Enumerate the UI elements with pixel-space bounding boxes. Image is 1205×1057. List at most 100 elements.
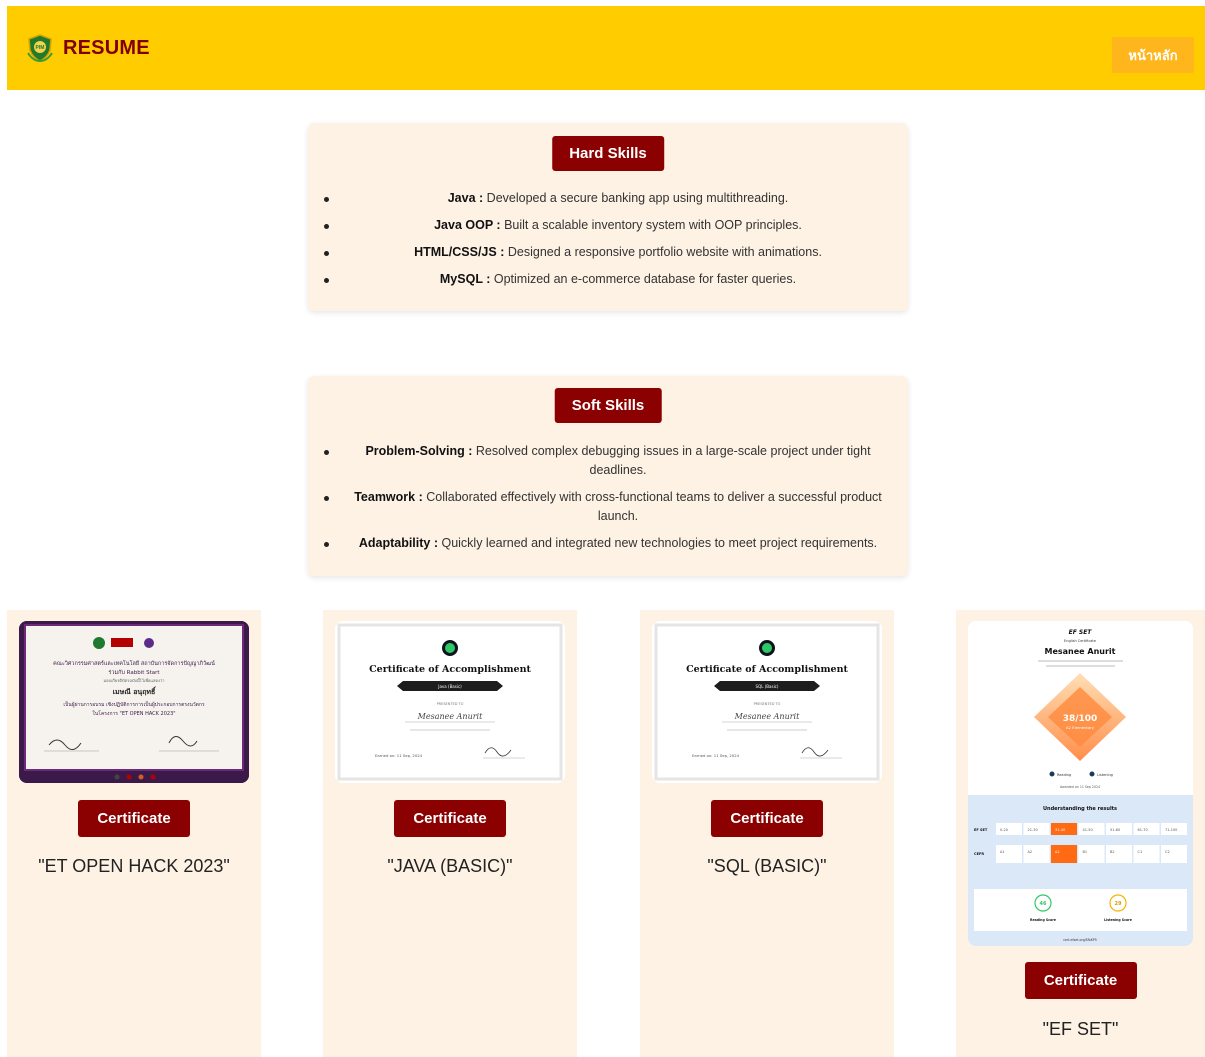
certificate-card: Certificate of Accomplishment SQL (Basic… bbox=[640, 610, 894, 1057]
cert-recipient: Mesanee Anurit bbox=[734, 712, 800, 721]
ef-cefr-label: CEFR bbox=[974, 852, 984, 856]
ef-cefr-level: A2 bbox=[1028, 850, 1033, 854]
cert-date: Earned on: 11 Sep, 2024 bbox=[692, 753, 740, 758]
certificate-image: Certificate of Accomplishment SQL (Basic… bbox=[654, 623, 880, 781]
ef-score: 38/100 bbox=[1063, 714, 1098, 724]
ef-range-label: 41-50 bbox=[1083, 828, 1093, 832]
ef-awarded: Awarded on 11 Sep 2024 bbox=[1060, 785, 1100, 789]
cert-presented: PRESENTED TO bbox=[437, 702, 464, 706]
certificate-button[interactable]: Certificate bbox=[394, 800, 506, 837]
skill-name: Adaptability : bbox=[358, 536, 438, 550]
hard-skills-panel: Hard Skills Java : Developed a secure ba… bbox=[308, 123, 908, 311]
certificate-thumbnail[interactable]: Certificate of Accomplishment SQL (Basic… bbox=[652, 621, 882, 783]
cert-title: Certificate of Accomplishment bbox=[369, 664, 531, 675]
skill-desc: Resolved complex debugging issues in a l… bbox=[475, 444, 871, 477]
skill-name: Java : bbox=[447, 191, 484, 205]
certificate-name: "SQL (BASIC)" bbox=[707, 856, 827, 876]
skill-name: HTML/CSS/JS : bbox=[414, 245, 505, 259]
cert-recipient: เมษณี อนุฤทธิ์ bbox=[113, 686, 157, 696]
ef-cefr-cell bbox=[1051, 845, 1077, 863]
certificate-button[interactable]: Certificate bbox=[711, 800, 823, 837]
ef-listening-label: Listening Score bbox=[1104, 918, 1132, 922]
skill-name: Java OOP : bbox=[434, 218, 501, 232]
certificate-button[interactable]: Certificate bbox=[1024, 962, 1137, 999]
ef-cefr-level: B2 bbox=[1110, 850, 1115, 854]
ef-range-label: 31-40 bbox=[1055, 828, 1065, 832]
logo-link[interactable]: PIM RESUME bbox=[25, 33, 150, 63]
cert-line3: มอบเกียรติบัตรฉบับนี้ไว้เพื่อแสดงว่า bbox=[103, 676, 164, 683]
cert-ribbon: SQL (Basic) bbox=[756, 684, 779, 689]
certificate-button[interactable]: Certificate bbox=[78, 800, 190, 837]
ef-legend-listening: Listening bbox=[1097, 773, 1113, 777]
ef-cefr-cell bbox=[1078, 845, 1105, 863]
ef-efset-label: EF SET bbox=[974, 828, 988, 832]
certificate-image: EF SET English Certificate Mesanee Anuri… bbox=[968, 621, 1193, 946]
list-item: Teamwork : Collaborated effectively with… bbox=[324, 488, 882, 526]
certificate-card: EF SET English Certificate Mesanee Anuri… bbox=[956, 610, 1205, 1057]
cert-ribbon: Java (Basic) bbox=[437, 684, 462, 689]
certificate-thumbnail[interactable]: Certificate of Accomplishment Java (Basi… bbox=[335, 621, 565, 783]
list-item: Problem-Solving : Resolved complex debug… bbox=[324, 442, 882, 480]
ef-reading-score: 46 bbox=[1040, 901, 1047, 907]
ef-legend-reading: Reading bbox=[1057, 773, 1071, 777]
skill-desc: Quickly learned and integrated new techn… bbox=[441, 536, 878, 550]
certificate-image: คณะวิศวกรรมศาสตร์และเทคโนโลยี สถาบันการจ… bbox=[19, 621, 249, 783]
skill-name: MySQL : bbox=[439, 272, 491, 286]
certificate-card: Certificate of Accomplishment Java (Basi… bbox=[323, 610, 577, 1057]
ef-range-label: 61-70 bbox=[1138, 828, 1148, 832]
ef-cefr-level: A1 bbox=[1000, 850, 1005, 854]
skill-desc: Collaborated effectively with cross-func… bbox=[426, 490, 882, 523]
ef-range-label: 21-30 bbox=[1028, 828, 1038, 832]
certificate-thumbnail[interactable]: คณะวิศวกรรมศาสตร์และเทคโนโลยี สถาบันการจ… bbox=[19, 621, 249, 783]
top-nav-bar: PIM RESUME หน้าหลัก bbox=[7, 6, 1205, 90]
hard-skills-list: Java : Developed a secure banking app us… bbox=[308, 189, 908, 297]
brand-title[interactable]: RESUME bbox=[63, 37, 150, 60]
hard-skills-title: Hard Skills bbox=[552, 136, 664, 171]
cert-line1: คณะวิศวกรรมศาสตร์และเทคโนโลยี สถาบันการจ… bbox=[53, 659, 215, 667]
ef-cefr-level: C2 bbox=[1165, 850, 1170, 854]
svg-text:·: · bbox=[1080, 874, 1081, 878]
certificate-card: คณะวิศวกรรมศาสตร์และเทคโนโลยี สถาบันการจ… bbox=[7, 610, 261, 1057]
soft-skills-panel: Soft Skills Problem-Solving : Resolved c… bbox=[308, 376, 908, 576]
skill-desc: Built a scalable inventory system with O… bbox=[504, 218, 802, 232]
soft-skills-list: Problem-Solving : Resolved complex debug… bbox=[308, 442, 908, 561]
ef-url: cert.efset.org/FAtKP5 bbox=[1063, 938, 1097, 942]
ef-cefr-cell bbox=[1023, 845, 1050, 863]
ef-listening-score: 29 bbox=[1115, 901, 1122, 907]
certificate-name: "JAVA (BASIC)" bbox=[387, 856, 513, 876]
svg-text:PIM: PIM bbox=[36, 45, 45, 51]
cert-title: Certificate of Accomplishment bbox=[686, 664, 848, 675]
skill-desc: Designed a responsive portfolio website … bbox=[507, 245, 822, 259]
cert-recipient: Mesanee Anurit bbox=[417, 712, 483, 721]
ef-reading-label: Reading Score bbox=[1030, 918, 1056, 922]
cert-line5: ในโครงการ "ET OPEN HACK 2023" bbox=[92, 710, 175, 717]
ef-cefr-cell bbox=[996, 845, 1022, 863]
list-item: Java OOP : Built a scalable inventory sy… bbox=[324, 216, 882, 235]
skill-desc: Optimized an e-commerce database for fas… bbox=[493, 272, 797, 286]
list-item: HTML/CSS/JS : Designed a responsive port… bbox=[324, 243, 882, 262]
certificate-image: Certificate of Accomplishment Java (Basi… bbox=[337, 623, 563, 781]
skill-desc: Developed a secure banking app using mul… bbox=[486, 191, 789, 205]
list-item: Java : Developed a secure banking app us… bbox=[324, 189, 882, 208]
ef-results-title: Understanding the results bbox=[1043, 806, 1117, 812]
home-button[interactable]: หน้าหลัก bbox=[1112, 37, 1194, 73]
ef-brand: EF SET bbox=[1069, 629, 1093, 636]
certificate-thumbnail[interactable]: EF SET English Certificate Mesanee Anuri… bbox=[968, 621, 1193, 946]
ef-range-label: 51-60 bbox=[1110, 828, 1120, 832]
ef-subtitle: English Certificate bbox=[1064, 639, 1096, 643]
cert-line4: เป็นผู้ผ่านการอบรม เชิงปฏิบัติการการเป็น… bbox=[63, 700, 205, 708]
cert-presented: PRESENTED TO bbox=[754, 702, 781, 706]
certificate-name: "EF SET" bbox=[1042, 1019, 1119, 1039]
soft-skills-title: Soft Skills bbox=[554, 388, 662, 423]
shield-crest-logo-icon: PIM bbox=[27, 34, 53, 63]
cert-line2: ร่วมกับ Rabbit Start bbox=[108, 669, 160, 676]
ef-cefr-level: B1 bbox=[1083, 850, 1088, 854]
ef-level: A2 Elementary bbox=[1066, 725, 1095, 730]
list-item: MySQL : Optimized an e-commerce database… bbox=[324, 270, 882, 289]
ef-cefr-level: C1 bbox=[1138, 850, 1143, 854]
skill-name: Teamwork : bbox=[354, 490, 423, 504]
ef-cefr-cell bbox=[1133, 845, 1160, 863]
ef-cefr-cell bbox=[1106, 845, 1132, 863]
skill-name: Problem-Solving : bbox=[365, 444, 473, 458]
cert-date: Earned on: 11 Sep, 2024 bbox=[375, 753, 423, 758]
